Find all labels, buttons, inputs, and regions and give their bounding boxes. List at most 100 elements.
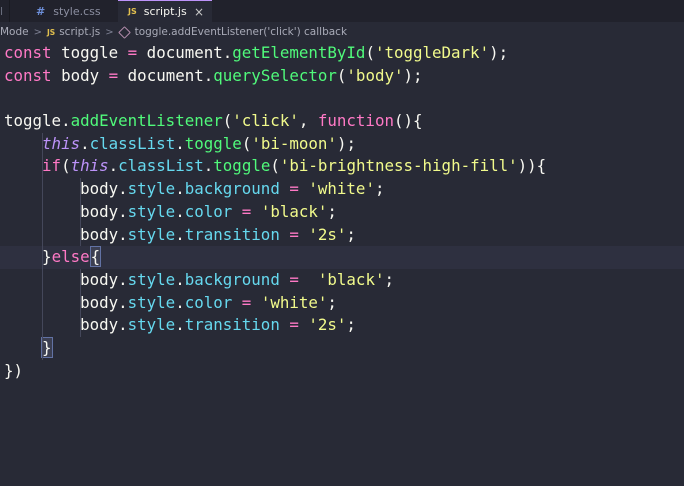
code-token: style: [127, 201, 176, 221]
code-line[interactable]: this.classList.toggle('bi-moon');: [0, 132, 684, 156]
breadcrumb-item-callback[interactable]: toggle.addEventListener('click') callbac…: [135, 26, 347, 38]
code-token: .: [80, 133, 90, 153]
code-token: transition: [184, 315, 280, 335]
code-token: this: [70, 156, 109, 176]
tab-script-js-label: script.js: [143, 5, 187, 18]
code-token: if: [42, 156, 62, 176]
code-token: '2s': [308, 224, 347, 244]
indent-guide: [80, 178, 81, 201]
code-token: =: [289, 269, 299, 289]
code-token: .: [175, 269, 185, 289]
code-token: .: [175, 179, 185, 199]
code-line[interactable]: body.style.color = 'black';: [0, 200, 684, 224]
code-token: style: [127, 315, 176, 335]
code-token: body.: [4, 292, 128, 312]
code-token: =: [108, 65, 119, 85]
code-token: style: [127, 179, 176, 199]
indent-guide: [42, 132, 43, 156]
css-hash-icon: #: [36, 4, 46, 18]
code-token: ;: [346, 224, 356, 244]
code-lines[interactable]: const toggle = document.getElementById('…: [0, 42, 684, 382]
code-token: body.: [4, 201, 128, 221]
breadcrumb: Mode > JS script.js > toggle.addEventLis…: [0, 22, 684, 42]
code-token: querySelector: [213, 65, 337, 85]
code-token: }: [41, 336, 53, 358]
code-token: .: [175, 201, 185, 221]
code-token: toggle: [184, 133, 242, 153]
code-token: ;: [327, 201, 337, 221]
indent-guide: [42, 178, 43, 201]
code-token: function: [317, 111, 394, 131]
code-token: =: [241, 292, 252, 312]
code-token: 'body': [346, 65, 404, 85]
code-token: '2s': [308, 315, 347, 335]
code-token: getElementById: [232, 43, 366, 62]
code-token: toggle: [213, 156, 271, 176]
code-token: ;: [346, 315, 356, 335]
code-line[interactable]: body.style.background = 'black';: [0, 268, 684, 292]
code-line[interactable]: if(this.classList.toggle('bi-brightness-…: [0, 155, 684, 179]
code-token: ;: [384, 269, 394, 289]
code-token: .: [108, 156, 119, 176]
code-token: color: [184, 292, 233, 312]
indent-guide: [80, 200, 81, 224]
code-line[interactable]: }: [0, 336, 684, 360]
code-token: transition: [184, 224, 280, 244]
chevron-right-icon: >: [105, 26, 114, 38]
code-line[interactable]: }): [0, 360, 684, 383]
code-token: 'white': [260, 292, 328, 312]
indent-guide: [42, 336, 43, 360]
indent-guide: [42, 246, 43, 269]
code-token: style: [127, 224, 176, 244]
code-line[interactable]: const toggle = document.getElementById('…: [0, 42, 684, 65]
code-token: );: [336, 133, 356, 153]
code-token: else: [51, 247, 90, 267]
breadcrumb-item-script-js[interactable]: script.js: [59, 26, 100, 38]
indent-guide: [80, 223, 81, 247]
code-line[interactable]: body.style.background = 'white';: [0, 178, 684, 201]
code-token: addEventListener: [70, 111, 223, 131]
code-token: 'black': [260, 201, 328, 221]
code-token: const: [4, 43, 52, 62]
code-token: (: [270, 156, 280, 176]
code-token: );: [403, 65, 423, 85]
code-editor[interactable]: const toggle = document.getElementById('…: [0, 42, 684, 486]
code-line[interactable]: body.style.transition = '2s';: [0, 223, 684, 247]
indent-guide: [42, 268, 43, 292]
code-line[interactable]: const body = document.querySelector('bod…: [0, 65, 684, 88]
code-token: .: [175, 224, 185, 244]
code-token: ,: [298, 111, 318, 131]
indent-guide: [42, 291, 43, 315]
editor-tab-bar: l # style.css JS script.js ×: [0, 0, 684, 22]
code-line[interactable]: [0, 87, 684, 110]
code-token: (){: [393, 111, 423, 131]
code-line[interactable]: body.style.color = 'white';: [0, 291, 684, 315]
breadcrumb-item-mode[interactable]: Mode: [0, 26, 29, 38]
code-token: body.: [4, 269, 128, 289]
code-token: background: [184, 269, 280, 289]
code-line[interactable]: body.style.transition = '2s';: [0, 314, 684, 337]
tab-clipped[interactable]: l: [0, 0, 10, 22]
code-token: classList: [89, 133, 176, 153]
tab-script-js[interactable]: JS script.js ×: [118, 0, 212, 22]
code-line[interactable]: }else{: [0, 246, 684, 269]
close-icon[interactable]: ×: [194, 6, 204, 18]
code-token: style: [127, 269, 176, 289]
code-token: classList: [118, 156, 204, 176]
code-token: {: [536, 156, 547, 176]
code-token: (: [61, 156, 71, 176]
js-file-icon: JS: [128, 7, 137, 16]
code-token: )): [517, 156, 537, 176]
code-line[interactable]: toggle.addEventListener('click', functio…: [0, 110, 684, 133]
indent-guide: [80, 291, 81, 315]
tab-style-css[interactable]: # style.css: [22, 0, 118, 22]
code-token: 'toggleDark': [374, 43, 490, 62]
